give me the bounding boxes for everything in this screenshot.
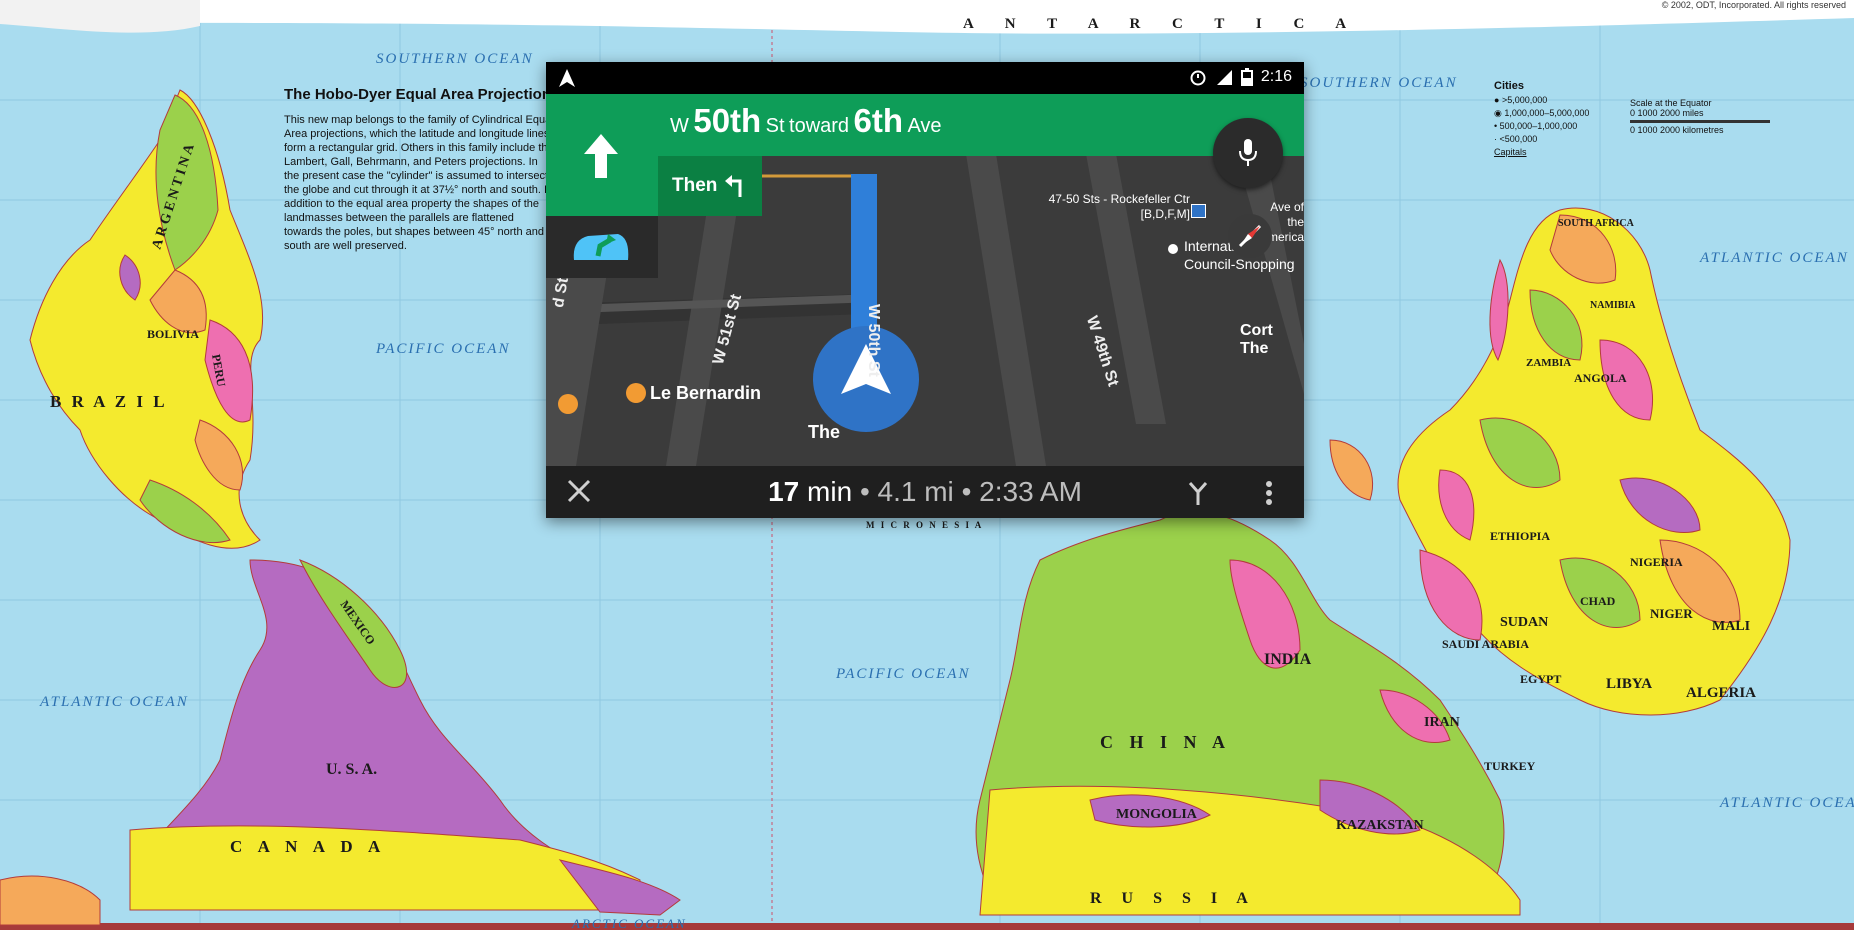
compass-icon <box>1238 224 1262 248</box>
country-sudan: SUDAN <box>1500 615 1548 630</box>
eta-min-label: min <box>807 476 853 507</box>
antarctica-label: A N T A R C T I C A <box>963 16 1360 32</box>
country-niger: NIGER <box>1650 606 1693 621</box>
restaurant-icon[interactable] <box>558 394 582 415</box>
country-kazakstan: KAZAKSTAN <box>1336 818 1424 833</box>
scale-miles: 0 1000 2000 miles <box>1630 108 1704 118</box>
instruction-text: W 50th St toward 6th Ave <box>670 102 942 140</box>
status-time: 2:16 <box>1260 68 1292 85</box>
voice-search-button[interactable] <box>1213 118 1283 188</box>
country-angola: ANGOLA <box>1574 371 1627 385</box>
region-micronesia: M I C R O N E S I A <box>866 520 983 530</box>
scale-km: 0 1000 2000 kilometres <box>1630 125 1724 135</box>
scale-title: Scale at the Equator <box>1630 98 1712 108</box>
maneuver-panel[interactable] <box>546 94 658 216</box>
country-ethiopia: ETHIOPIA <box>1490 529 1550 543</box>
destination-suffix: Ave <box>907 115 942 137</box>
more-options-icon[interactable] <box>1264 480 1274 506</box>
country-russia: R U S S I A <box>1090 890 1256 907</box>
country-egypt: EGYPT <box>1520 672 1561 686</box>
street-suffix: St <box>765 115 785 137</box>
ocean-label-southern-1: SOUTHERN OCEAN <box>376 51 534 67</box>
country-usa: U. S. A. <box>326 761 377 778</box>
country-india: INDIA <box>1264 651 1312 668</box>
country-namibia: NAMIBIA <box>1590 300 1636 311</box>
separator: • <box>859 476 870 507</box>
country-turkey: TURKEY <box>1484 759 1536 773</box>
country-china: C H I N A <box>1100 732 1231 752</box>
eta-minutes: 17 <box>768 476 800 507</box>
street-label-w50th: W 50th St <box>865 304 882 377</box>
straight-arrow-icon <box>584 134 618 178</box>
status-bar: 2:16 <box>546 62 1304 94</box>
country-south-africa: SOUTH AFRICA <box>1558 218 1635 229</box>
poi-the[interactable]: The <box>808 422 840 443</box>
ocean-label-southern-2: SOUTHERN OCEAN <box>1300 75 1458 91</box>
turn-left-icon <box>725 175 742 197</box>
legend-title: Cities <box>1494 80 1524 92</box>
destination-street: 6th <box>853 102 904 139</box>
country-brazil: B R A Z I L <box>50 392 168 411</box>
country-nigeria: NIGERIA <box>1630 555 1683 569</box>
navigation-screen[interactable]: W 51st St W 50th St W 49th St d St 47-50… <box>546 62 1304 518</box>
ocean-label-arctic: ARCTIC OCEAN <box>571 916 687 930</box>
alarm-icon <box>1190 70 1206 86</box>
country-zambia: ZAMBIA <box>1526 357 1571 369</box>
country-mali: MALI <box>1712 619 1750 634</box>
microphone-icon <box>1239 139 1257 166</box>
legend-item: Capitals <box>1494 147 1527 157</box>
compass-button[interactable] <box>1228 214 1272 258</box>
then-indicator[interactable]: Then <box>658 156 762 216</box>
signal-icon <box>1216 70 1232 85</box>
country-saudi-arabia: SAUDI ARABIA <box>1442 637 1529 651</box>
ocean-label-atlantic-3: ATLANTIC OCEAN <box>1719 795 1854 811</box>
country-bolivia: BOLIVIA <box>147 327 199 341</box>
map-copyright: © 2002, ODT, Incorporated. All rights re… <box>1661 0 1846 10</box>
poi-le-bernardin[interactable]: Le Bernardin <box>626 383 761 404</box>
country-libya: LIBYA <box>1606 676 1652 692</box>
ocean-label-pacific-1: PACIFIC OCEAN <box>375 341 510 357</box>
poi-dot-icon <box>1168 244 1178 254</box>
separator: • <box>961 476 972 507</box>
projection-description: The Hobo-Dyer Equal Area Projection This… <box>284 86 554 253</box>
scale-bar: Scale at the Equator 0 1000 2000 miles 0… <box>1630 98 1770 135</box>
subway-icon <box>1191 204 1206 218</box>
restaurant-icon <box>626 383 646 403</box>
country-algeria: ALGERIA <box>1686 685 1756 701</box>
alternate-routes-icon[interactable] <box>1186 480 1210 506</box>
lane-icon <box>573 234 629 260</box>
then-label: Then <box>672 175 718 196</box>
navigation-arrow-icon <box>559 69 575 87</box>
lane-guidance <box>546 216 658 278</box>
map-legend: Cities ● >5,000,000 ◉ 1,000,000–5,000,00… <box>1494 80 1814 159</box>
poi-rockefeller-station[interactable]: 47-50 Sts - Rockefeller Ctr [B,D,F,M] <box>1048 192 1190 222</box>
ocean-label-atlantic-2: ATLANTIC OCEAN <box>1699 250 1849 266</box>
arrival-time: 2:33 AM <box>979 476 1082 507</box>
projection-text: This new map belongs to the family of Cy… <box>284 114 554 252</box>
toward-label: toward <box>789 115 850 137</box>
country-canada: C A N A D A <box>230 837 386 856</box>
ocean-label-atlantic-1: ATLANTIC OCEAN <box>39 694 189 710</box>
country-iran: IRAN <box>1424 715 1460 730</box>
street-name: 50th <box>693 102 762 139</box>
country-chad: CHAD <box>1580 594 1616 608</box>
street-prefix: W <box>670 115 689 137</box>
ocean-label-pacific-2: PACIFIC OCEAN <box>835 666 970 682</box>
country-mongolia: MONGOLIA <box>1116 807 1198 822</box>
projection-title: The Hobo-Dyer Equal Area Projection <box>284 86 551 103</box>
battery-icon <box>1240 68 1253 86</box>
poi-cort-theatre[interactable]: Cort The <box>1240 322 1304 358</box>
trip-distance: 4.1 mi <box>877 476 954 507</box>
trip-summary-bar: 17 min • 4.1 mi • 2:33 AM <box>546 466 1304 518</box>
